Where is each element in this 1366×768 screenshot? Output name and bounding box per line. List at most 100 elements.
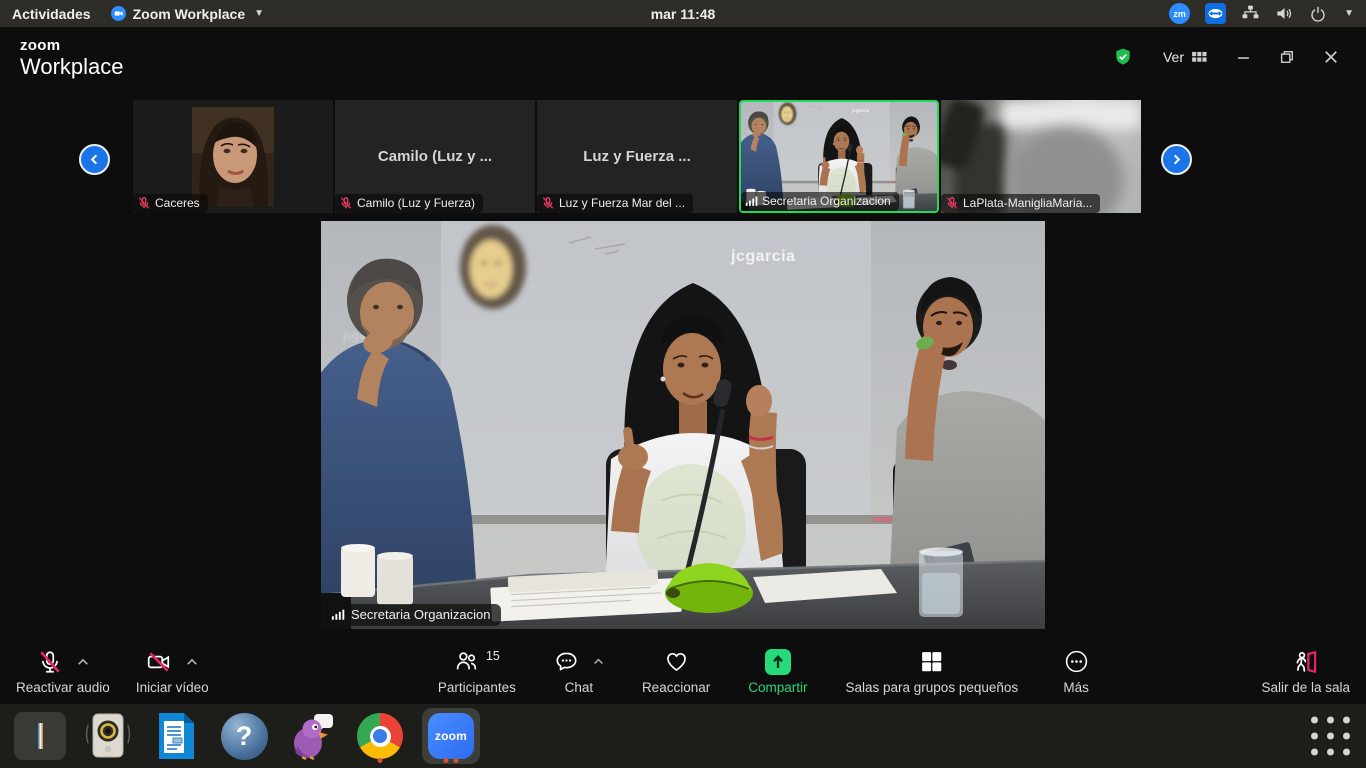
app-menu-label: Zoom Workplace bbox=[133, 6, 246, 22]
button-label: Compartir bbox=[748, 680, 807, 695]
close-button[interactable] bbox=[1324, 50, 1338, 64]
button-label: Más bbox=[1063, 680, 1089, 695]
view-label: Ver bbox=[1163, 49, 1184, 65]
share-arrow-icon bbox=[765, 649, 791, 675]
volume-icon[interactable] bbox=[1275, 4, 1294, 23]
chevron-down-icon: ▼ bbox=[254, 8, 264, 19]
chevron-up-icon[interactable] bbox=[186, 658, 198, 666]
power-icon[interactable] bbox=[1309, 5, 1327, 23]
speaker-icon bbox=[85, 712, 131, 760]
chevron-up-icon[interactable] bbox=[593, 658, 604, 665]
button-label: Chat bbox=[565, 680, 594, 695]
filmstrip-prev-button[interactable] bbox=[79, 144, 110, 175]
active-speaker-name-label: Secretaria Organizacion bbox=[324, 604, 501, 626]
dock-item-help[interactable]: ? bbox=[218, 708, 270, 764]
breakout-rooms-button[interactable]: Salas para grupos pequeños bbox=[846, 648, 1019, 695]
zoom-window-header: zoom Workplace Ver bbox=[0, 27, 1366, 100]
window-preview-icon bbox=[14, 712, 66, 760]
participant-name-label: Camilo (Luz y Fuerza) bbox=[335, 194, 483, 213]
participant-filmstrip: Caceres Camilo (Luz y ... Camilo (Luz y … bbox=[0, 100, 1366, 213]
chevron-right-icon bbox=[1170, 153, 1183, 166]
main-stage: Secretaria Organizacion bbox=[0, 213, 1366, 638]
chat-bubble-icon bbox=[554, 649, 579, 674]
dock: ? zoom bbox=[0, 704, 1366, 768]
participants-button[interactable]: 15 Participantes bbox=[438, 648, 516, 695]
restore-button[interactable] bbox=[1280, 50, 1294, 64]
dock-item-zoom[interactable]: zoom bbox=[422, 708, 480, 764]
camera-off-icon bbox=[146, 649, 172, 675]
teamviewer-tray-icon[interactable] bbox=[1205, 3, 1226, 24]
button-label: Salas para grupos pequeños bbox=[846, 680, 1019, 695]
muted-mic-icon bbox=[137, 196, 151, 210]
logo-text-workplace: Workplace bbox=[20, 55, 124, 79]
participant-photo bbox=[192, 107, 274, 207]
clock[interactable]: mar 11:48 bbox=[651, 6, 716, 22]
network-icon[interactable] bbox=[1241, 4, 1260, 23]
dock-item-window-preview[interactable] bbox=[14, 708, 66, 764]
muted-mic-icon bbox=[339, 196, 353, 210]
share-screen-button[interactable]: Compartir bbox=[748, 648, 807, 695]
leave-meeting-button[interactable]: Salir de la sala bbox=[1261, 648, 1350, 695]
start-video-button[interactable]: Iniciar vídeo bbox=[136, 648, 209, 695]
button-label: Reaccionar bbox=[642, 680, 710, 695]
dock-item-chrome[interactable] bbox=[354, 708, 406, 764]
desktop-screen: Actividades Zoom Workplace ▼ mar 11:48 z… bbox=[0, 0, 1366, 768]
audio-level-icon bbox=[745, 195, 758, 207]
zoom-workplace-logo: zoom Workplace bbox=[20, 38, 124, 79]
participant-name-label: Secretaria Organizacion bbox=[741, 192, 899, 211]
participant-name-label: LaPlata-ManigliaMaria... bbox=[941, 194, 1100, 213]
minimize-button[interactable] bbox=[1237, 51, 1250, 64]
breakout-grid-icon bbox=[919, 649, 944, 674]
pidgin-icon bbox=[288, 712, 336, 760]
dock-item-pidgin[interactable] bbox=[286, 708, 338, 764]
video-tile-secretaria-organizacion[interactable]: Secretaria Organizacion bbox=[739, 100, 939, 213]
audio-level-icon bbox=[331, 608, 345, 621]
react-button[interactable]: Reaccionar bbox=[642, 648, 710, 695]
zoom-icon: zoom bbox=[428, 713, 474, 759]
more-ellipsis-icon bbox=[1064, 649, 1089, 674]
writer-document-icon bbox=[154, 712, 198, 760]
dock-item-libreoffice-writer[interactable] bbox=[150, 708, 202, 764]
security-shield-icon[interactable] bbox=[1113, 47, 1133, 67]
app-menu-button[interactable]: Zoom Workplace ▼ bbox=[111, 6, 264, 22]
view-button[interactable]: Ver bbox=[1163, 49, 1207, 65]
zoom-app-icon bbox=[111, 6, 126, 21]
unmute-audio-button[interactable]: Reactivar audio bbox=[16, 648, 110, 695]
video-tile-luz-y-fuerza[interactable]: Luz y Fuerza ... Luz y Fuerza Mar del ..… bbox=[537, 100, 737, 213]
chevron-left-icon bbox=[88, 153, 101, 166]
more-button[interactable]: Más bbox=[1056, 648, 1096, 695]
muted-mic-icon bbox=[945, 196, 959, 210]
button-label: Salir de la sala bbox=[1261, 680, 1350, 695]
video-tile-camilo[interactable]: Camilo (Luz y ... Camilo (Luz y Fuerza) bbox=[335, 100, 535, 213]
chevron-down-icon[interactable]: ▼ bbox=[1344, 8, 1354, 19]
participant-name-label: Caceres bbox=[133, 194, 208, 213]
zoom-tray-badge[interactable]: zm bbox=[1169, 3, 1190, 24]
muted-mic-icon bbox=[541, 196, 555, 210]
participant-name-label: Luz y Fuerza Mar del ... bbox=[537, 194, 693, 213]
chrome-icon bbox=[357, 713, 403, 759]
zoom-dock-highlight: zoom bbox=[422, 708, 480, 764]
muted-mic-icon bbox=[37, 649, 63, 675]
dock-item-speaker-app[interactable] bbox=[82, 708, 134, 764]
chevron-up-icon[interactable] bbox=[77, 658, 89, 666]
participants-count: 15 bbox=[486, 649, 500, 663]
main-speaker-video: Secretaria Organizacion bbox=[321, 221, 1045, 629]
button-label: Iniciar vídeo bbox=[136, 680, 209, 695]
video-tile-laplata[interactable]: LaPlata-ManigliaMaria... bbox=[941, 100, 1141, 213]
show-applications-button[interactable] bbox=[1311, 717, 1350, 756]
meeting-toolbar: Reactivar audio Iniciar vídeo 15 P bbox=[0, 638, 1366, 704]
grid-view-icon bbox=[1192, 51, 1207, 63]
heart-icon bbox=[664, 649, 689, 674]
participants-icon bbox=[454, 649, 479, 674]
video-tile-caceres[interactable]: Caceres bbox=[133, 100, 333, 213]
help-icon: ? bbox=[221, 713, 268, 760]
button-label: Participantes bbox=[438, 680, 516, 695]
zoom-meeting-window: zoom Workplace Ver bbox=[0, 27, 1366, 704]
leave-door-icon bbox=[1293, 649, 1319, 675]
gnome-top-bar: Actividades Zoom Workplace ▼ mar 11:48 z… bbox=[0, 0, 1366, 27]
chat-button[interactable]: Chat bbox=[554, 648, 604, 695]
speaker-video-content bbox=[321, 221, 1045, 629]
activities-button[interactable]: Actividades bbox=[12, 6, 91, 22]
logo-text-zoom: zoom bbox=[20, 38, 124, 55]
filmstrip-next-button[interactable] bbox=[1161, 144, 1192, 175]
